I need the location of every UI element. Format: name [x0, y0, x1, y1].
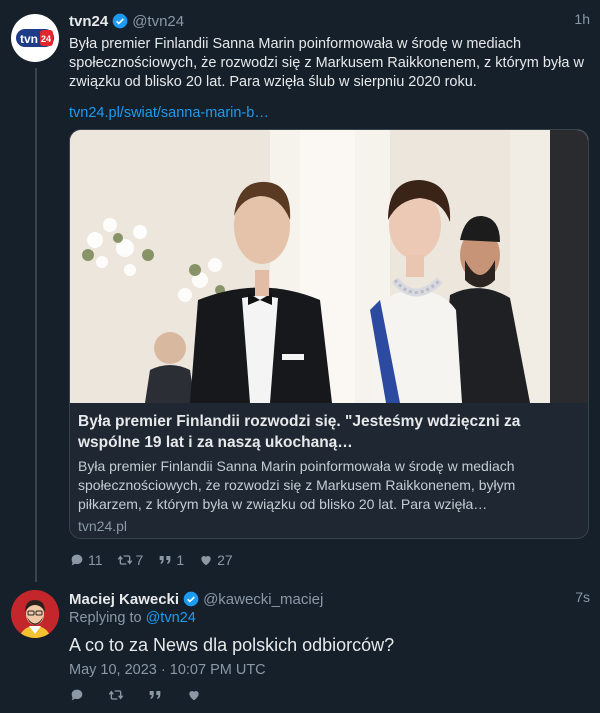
card-body: Była premier Finlandii rozwodzi się. "Je…	[70, 403, 588, 538]
tweet-link[interactable]: tvn24.pl/swiat/sanna-marin-b…	[69, 105, 269, 121]
retweet-icon	[108, 690, 124, 700]
reply-icon	[71, 689, 83, 701]
reply-reply-button[interactable]	[69, 687, 88, 703]
quote-icon	[149, 691, 161, 699]
avatar-kawecki[interactable]	[11, 590, 59, 638]
replying-label: Replying to	[69, 610, 142, 626]
reply-count: 11	[88, 552, 103, 568]
card-description: Była premier Finlandii Sanna Marin poinf…	[78, 458, 516, 512]
reply-time[interactable]: 7s	[575, 589, 590, 605]
tweet-tvn24[interactable]: tvn 24 tvn24 @tvn24 1h Była premier Finl…	[0, 0, 600, 582]
reply-header: Maciej Kawecki @kawecki_maciej 7s	[69, 589, 590, 609]
thread-line	[35, 68, 37, 582]
like-count: 27	[217, 552, 233, 568]
tweet-time[interactable]: 1h	[574, 11, 590, 27]
reply-author-handle[interactable]: @kawecki_maciej	[203, 591, 323, 608]
retweet-count: 7	[135, 552, 144, 568]
like-button[interactable]: 27	[198, 552, 233, 568]
link-card[interactable]: Była premier Finlandii rozwodzi się. "Je…	[69, 129, 589, 539]
retweet-icon	[117, 555, 132, 565]
verified-icon	[112, 13, 128, 29]
avatar-tvn24[interactable]: tvn 24	[11, 14, 59, 62]
tweet-text: Była premier Finlandii Sanna Marin poinf…	[69, 36, 584, 90]
reply-quote-button[interactable]	[147, 687, 166, 703]
author-handle[interactable]: @tvn24	[132, 13, 184, 30]
svg-text:24: 24	[41, 34, 51, 44]
replying-mention[interactable]: @tvn24	[146, 610, 196, 626]
card-title: Była premier Finlandii rozwodzi się. "Je…	[78, 413, 521, 451]
reply-button[interactable]: 11	[69, 552, 103, 568]
tvn24-logo-icon: tvn 24	[16, 29, 54, 47]
replying-to: Replying to @tvn24	[69, 610, 196, 626]
quote-icon	[160, 556, 171, 564]
like-icon	[201, 556, 211, 566]
quote-count: 1	[176, 552, 185, 568]
reply-like-button[interactable]	[186, 687, 205, 703]
reply-icon	[71, 554, 83, 566]
card-domain: tvn24.pl	[78, 518, 128, 534]
reply-actions	[69, 687, 225, 703]
reply-datetime[interactable]: May 10, 2023 · 10:07 PM UTC	[69, 662, 266, 678]
svg-text:tvn: tvn	[20, 32, 38, 46]
author-name[interactable]: tvn24	[69, 13, 108, 30]
tweet-header: tvn24 @tvn24 1h	[69, 11, 590, 31]
reply-tweet[interactable]: Maciej Kawecki @kawecki_maciej 7s Replyi…	[0, 580, 600, 713]
reply-retweet-button[interactable]	[108, 687, 127, 703]
tweet-actions: 11 7 1 27	[69, 552, 247, 568]
reply-author-name[interactable]: Maciej Kawecki	[69, 591, 179, 608]
card-image	[70, 130, 588, 403]
like-icon	[189, 691, 199, 701]
reply-text: A co to za News dla polskich odbiorców?	[69, 635, 395, 655]
verified-icon	[183, 591, 199, 607]
retweet-button[interactable]: 7	[117, 552, 144, 568]
quote-button[interactable]: 1	[157, 552, 184, 568]
